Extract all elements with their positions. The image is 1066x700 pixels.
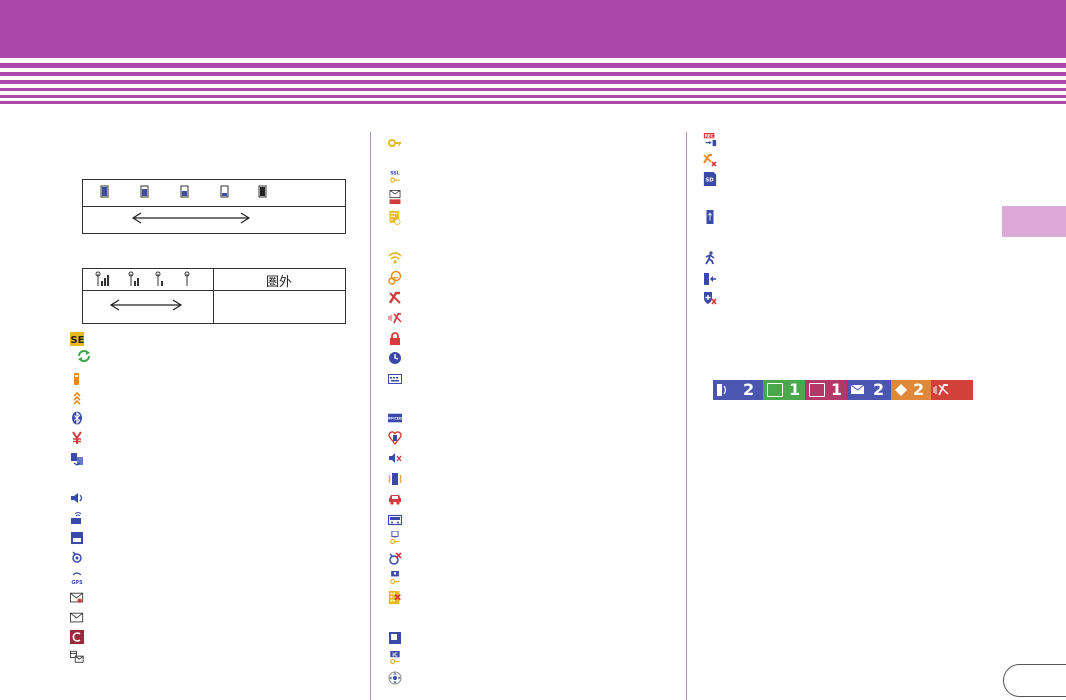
header-stripe: [0, 88, 1066, 91]
nav-pad-icon: [388, 671, 402, 685]
tag-icon: [895, 384, 907, 396]
header-stripe: [0, 80, 1066, 84]
voicemail-indicator: 1: [763, 380, 805, 400]
transfer-icon: [70, 452, 84, 466]
keyboard-icon: [388, 372, 402, 386]
gps-off-icon: [388, 552, 402, 566]
heart-phone-icon: [388, 431, 402, 445]
vibrate-x-icon: [703, 153, 717, 167]
walking-icon: [703, 251, 717, 265]
usb-key-icon: [388, 531, 402, 549]
schedule-count: 1: [831, 380, 843, 399]
page-number-pill: [1003, 664, 1066, 697]
vibrate-off-icon: [388, 291, 402, 305]
calendar-mail-icon: [70, 650, 86, 664]
phone-icon: [717, 384, 727, 396]
svg-text:SD: SD: [705, 178, 714, 184]
page-header: [0, 0, 1066, 106]
status-bar-example: 2 1 1 2 2: [713, 380, 973, 400]
message-count: 2: [913, 380, 925, 399]
sync-icon: [77, 349, 91, 363]
office-ed-icon: OFFICEED: [388, 411, 414, 427]
smile-icon: [388, 271, 402, 285]
c-app-icon: [70, 630, 84, 644]
wifi-icon: [388, 251, 402, 265]
phone-transfer-icon: [703, 272, 717, 286]
envelope-icon: [850, 384, 865, 394]
mute-icon: [388, 451, 402, 465]
column-divider: [686, 132, 687, 700]
charging-arrows-icon: [70, 391, 84, 405]
card-icon: [388, 631, 402, 645]
keypad-lock-icon: [388, 211, 402, 229]
shield-x-icon: [703, 291, 717, 305]
key-icon: [388, 136, 402, 150]
svg-text:SELF: SELF: [70, 335, 84, 346]
gps-position-icon: [70, 550, 84, 564]
svg-text:REC: REC: [705, 133, 714, 138]
mail-signal-icon: [70, 591, 86, 605]
signal-level-box: 圏外: [82, 268, 346, 324]
gps-sync-icon: GPS: [70, 571, 84, 585]
self-mode-icon: SELF: [70, 332, 98, 346]
usb-icon: [703, 210, 717, 226]
svg-text:OFFICEED: OFFICEED: [388, 417, 402, 421]
header-stripe: [0, 72, 1066, 76]
battery-level-icons: [100, 185, 267, 198]
vibrate-icon: [388, 472, 402, 486]
keypad-x-icon: [388, 591, 402, 607]
rec-transfer-icon: REC: [703, 133, 717, 149]
schedule-indicator: 1: [805, 380, 847, 400]
auto-mail-icon: [388, 190, 402, 208]
range-arrow: [109, 299, 183, 311]
voicemail-count: 1: [789, 380, 801, 399]
clock-icon: [388, 351, 402, 365]
voicemail-icon: [767, 383, 783, 397]
message-indicator: 2: [891, 380, 931, 400]
folder-wireless-icon: [70, 511, 84, 525]
sd-card-icon: SD: [703, 172, 717, 188]
battery-icon: [70, 372, 84, 386]
column-divider: [370, 132, 371, 700]
out-of-service-label: 圏外: [266, 275, 293, 290]
missed-call-count: 2: [743, 380, 755, 399]
svg-text:GPS: GPS: [71, 580, 83, 585]
calendar-icon: [809, 383, 825, 397]
car-icon: [388, 492, 402, 506]
range-arrow: [131, 212, 251, 224]
header-stripe: [0, 63, 1066, 68]
yen-icon: [70, 431, 84, 445]
sim-icon: [70, 531, 84, 545]
missed-call-indicator: 2: [713, 380, 763, 400]
vibrate-sound-icon: [388, 311, 402, 325]
manner-mode-indicator: [931, 380, 973, 400]
radio-icon: [388, 512, 402, 526]
ic-key-icon: iC: [388, 651, 402, 669]
svg-text:iC: iC: [392, 652, 398, 658]
padlock-icon: [388, 332, 402, 346]
mail-count: 2: [873, 380, 885, 399]
chapter-tab: [1002, 206, 1066, 237]
person-key-icon: [388, 571, 402, 589]
header-band: [0, 0, 1066, 58]
svg-text:SSL: SSL: [390, 171, 399, 177]
ssl-key-icon: SSL: [388, 170, 402, 188]
speaker-icon: [70, 491, 84, 505]
header-stripe: [0, 95, 1066, 98]
mail-icon: [70, 611, 86, 625]
bluetooth-icon: [70, 411, 84, 425]
vibrate-off-icon: [933, 384, 949, 396]
signal-level-icons: [95, 271, 190, 286]
battery-level-box: [82, 179, 346, 234]
mail-indicator: 2: [847, 380, 891, 400]
header-stripe: [0, 101, 1066, 104]
